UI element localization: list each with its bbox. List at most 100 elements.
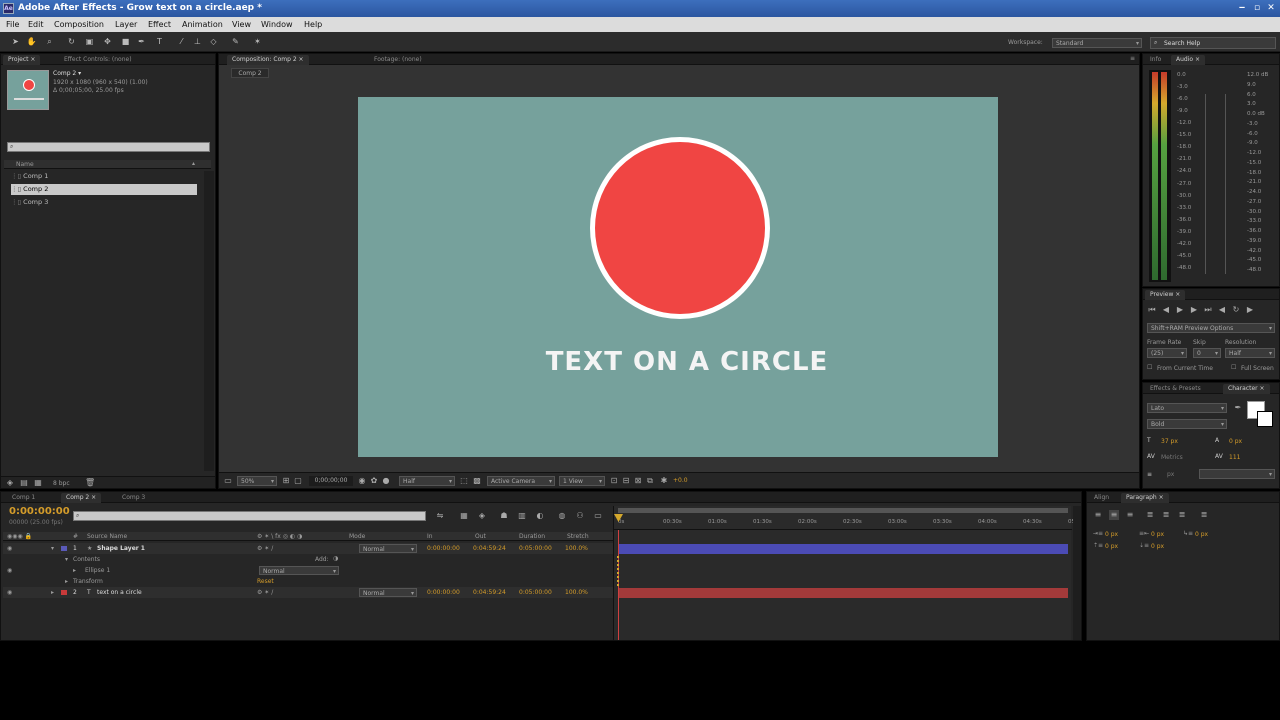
skip-dropdown[interactable]: 0: [1193, 348, 1221, 358]
menu-view[interactable]: View: [232, 17, 251, 32]
table-row[interactable]: ◉ ▸ 2 T text on a circle ⚙ ✶ / Normal 0:…: [3, 587, 613, 598]
column-in[interactable]: In: [427, 533, 433, 540]
list-item[interactable]: ▸ Transform Reset: [3, 576, 613, 587]
camera-tool-icon[interactable]: ▣: [84, 36, 95, 47]
justify-all-icon[interactable]: ≣: [1199, 510, 1209, 520]
indent-right-value[interactable]: 0 px: [1151, 531, 1164, 538]
space-before-value[interactable]: 0 px: [1105, 543, 1118, 550]
column-stretch[interactable]: Stretch: [567, 533, 589, 540]
layer-switches[interactable]: ⚙ ✶ /: [257, 589, 273, 596]
timeline-search-input[interactable]: ⌕: [73, 511, 426, 521]
trash-icon[interactable]: 🗑: [85, 478, 95, 488]
region-of-interest-icon[interactable]: ⬚: [459, 476, 469, 486]
kerning-value[interactable]: Metrics: [1161, 454, 1183, 461]
justify-right-icon[interactable]: ≣: [1177, 510, 1187, 520]
timeline-scrollbar[interactable]: [1073, 506, 1081, 640]
visibility-icon[interactable]: ◉: [7, 589, 12, 596]
label-color-swatch[interactable]: [61, 590, 67, 595]
leading-value[interactable]: 0 px: [1229, 438, 1242, 445]
layer-in[interactable]: 0:00:00:00: [427, 545, 460, 552]
visibility-icon[interactable]: ◉: [7, 545, 12, 552]
layer-mode-dropdown[interactable]: Normal: [359, 544, 417, 554]
frame-rate-dropdown[interactable]: (25): [1147, 348, 1187, 358]
draft-3d-icon[interactable]: ◈: [477, 511, 487, 521]
puppet-tool-icon[interactable]: ✶: [252, 36, 263, 47]
stroke-width-value[interactable]: px: [1167, 471, 1174, 478]
volume-slider-left[interactable]: [1205, 94, 1206, 274]
ram-preview-icon[interactable]: ▶: [1245, 305, 1255, 315]
font-style-dropdown[interactable]: Bold: [1147, 419, 1227, 429]
audio-icon[interactable]: ◀: [1217, 305, 1227, 315]
expand-icon[interactable]: ▸: [65, 578, 68, 585]
volume-slider-right[interactable]: [1225, 94, 1226, 274]
menu-window[interactable]: Window: [261, 17, 293, 32]
menu-file[interactable]: File: [6, 17, 19, 32]
search-help-field[interactable]: ⌕ Search Help: [1150, 37, 1276, 49]
tab-effect-controls[interactable]: Effect Controls: (none): [59, 55, 137, 65]
resolution-dropdown[interactable]: Half: [399, 476, 455, 486]
menu-effect[interactable]: Effect: [148, 17, 171, 32]
layer-duration[interactable]: 0:05:00:00: [519, 589, 552, 596]
workspace-dropdown[interactable]: Standard: [1052, 38, 1142, 48]
menu-composition[interactable]: Composition: [54, 17, 104, 32]
tab-comp-3[interactable]: Comp 3: [117, 493, 150, 503]
layer-stretch[interactable]: 100.0%: [565, 545, 588, 552]
label-color-swatch[interactable]: [61, 546, 67, 551]
layer-name[interactable]: text on a circle: [97, 589, 142, 596]
rotate-tool-icon[interactable]: ↻: [66, 36, 77, 47]
brush-tool-icon[interactable]: ⁄: [176, 36, 187, 47]
mask-icon[interactable]: ▢: [293, 476, 303, 486]
stroke-color-swatch[interactable]: [1257, 411, 1273, 427]
time-ruler[interactable]: 0s 00:30s 01:00s 01:30s 02:00s 02:30s 03:00s 03…: [614, 516, 1080, 530]
panel-menu-icon[interactable]: ≡: [1130, 55, 1135, 62]
layer-out[interactable]: 0:04:59:24: [473, 589, 506, 596]
fast-previews-icon[interactable]: ⊟: [621, 476, 631, 486]
font-size-value[interactable]: 37 px: [1161, 438, 1178, 445]
new-folder-icon[interactable]: ▤: [19, 478, 29, 488]
column-duration[interactable]: Duration: [519, 533, 545, 540]
always-preview-icon[interactable]: ▭: [223, 476, 233, 486]
menu-layer[interactable]: Layer: [115, 17, 137, 32]
full-screen-checkbox[interactable]: ☐: [1231, 364, 1236, 371]
layer-switches[interactable]: ⚙ ✶ /: [257, 545, 273, 552]
tracking-value[interactable]: 111: [1229, 454, 1240, 461]
exposure-value[interactable]: +0.0: [673, 477, 688, 484]
timeline-graph-area[interactable]: 0s 00:30s 01:00s 01:30s 02:00s 02:30s 03:00s 03…: [613, 506, 1080, 640]
preview-options-dropdown[interactable]: Shift+RAM Preview Options: [1147, 323, 1275, 333]
ellipse-label[interactable]: Ellipse 1: [85, 567, 110, 574]
zoom-dropdown[interactable]: 50%: [237, 476, 277, 486]
visibility-icon[interactable]: ◉: [7, 567, 12, 574]
loop-icon[interactable]: ↻: [1231, 305, 1241, 315]
resolution-dropdown[interactable]: Half: [1225, 348, 1275, 358]
selection-tool-icon[interactable]: ➤: [10, 36, 21, 47]
clone-tool-icon[interactable]: ⊥: [192, 36, 203, 47]
list-item[interactable]: ▾ Contents Add: ◑: [3, 554, 613, 565]
shape-tool-icon[interactable]: ■: [120, 36, 131, 47]
layer-mode-dropdown[interactable]: Normal: [359, 588, 417, 598]
layer-name[interactable]: Shape Layer 1: [97, 545, 145, 552]
justify-center-icon[interactable]: ≣: [1161, 510, 1171, 520]
comp-nav-tab[interactable]: Comp 2: [231, 68, 269, 78]
toggle-pixel-icon[interactable]: ⊡: [609, 476, 619, 486]
minimize-icon[interactable]: ‒: [1236, 2, 1248, 14]
roto-tool-icon[interactable]: ✎: [230, 36, 241, 47]
hide-shy-icon[interactable]: ☗: [499, 511, 509, 521]
tab-align[interactable]: Align: [1089, 493, 1114, 503]
maximize-icon[interactable]: ▫: [1251, 2, 1263, 14]
interpret-footage-icon[interactable]: ◈: [5, 478, 15, 488]
ellipse-mode-dropdown[interactable]: Normal: [259, 566, 339, 576]
close-icon[interactable]: ✕: [1265, 2, 1277, 14]
tab-comp-2[interactable]: Comp 2 ×: [61, 493, 102, 503]
last-frame-icon[interactable]: ⏭: [1203, 305, 1213, 315]
first-frame-icon[interactable]: ⏮: [1147, 305, 1157, 315]
canvas-red-circle[interactable]: [590, 137, 770, 319]
timeline-icon[interactable]: ⊠: [633, 476, 643, 486]
comp-mini-flowchart-icon[interactable]: ⇋: [435, 511, 445, 521]
tab-preview[interactable]: Preview ×: [1145, 290, 1186, 300]
layer-1-duration-bar[interactable]: [618, 544, 1068, 554]
add-icon[interactable]: ◑: [333, 555, 338, 562]
layer-stretch[interactable]: 100.0%: [565, 589, 588, 596]
tab-audio[interactable]: Audio ×: [1171, 55, 1205, 65]
zoom-tool-icon[interactable]: ⌕: [44, 36, 55, 47]
tab-footage[interactable]: Footage: (none): [369, 55, 427, 65]
